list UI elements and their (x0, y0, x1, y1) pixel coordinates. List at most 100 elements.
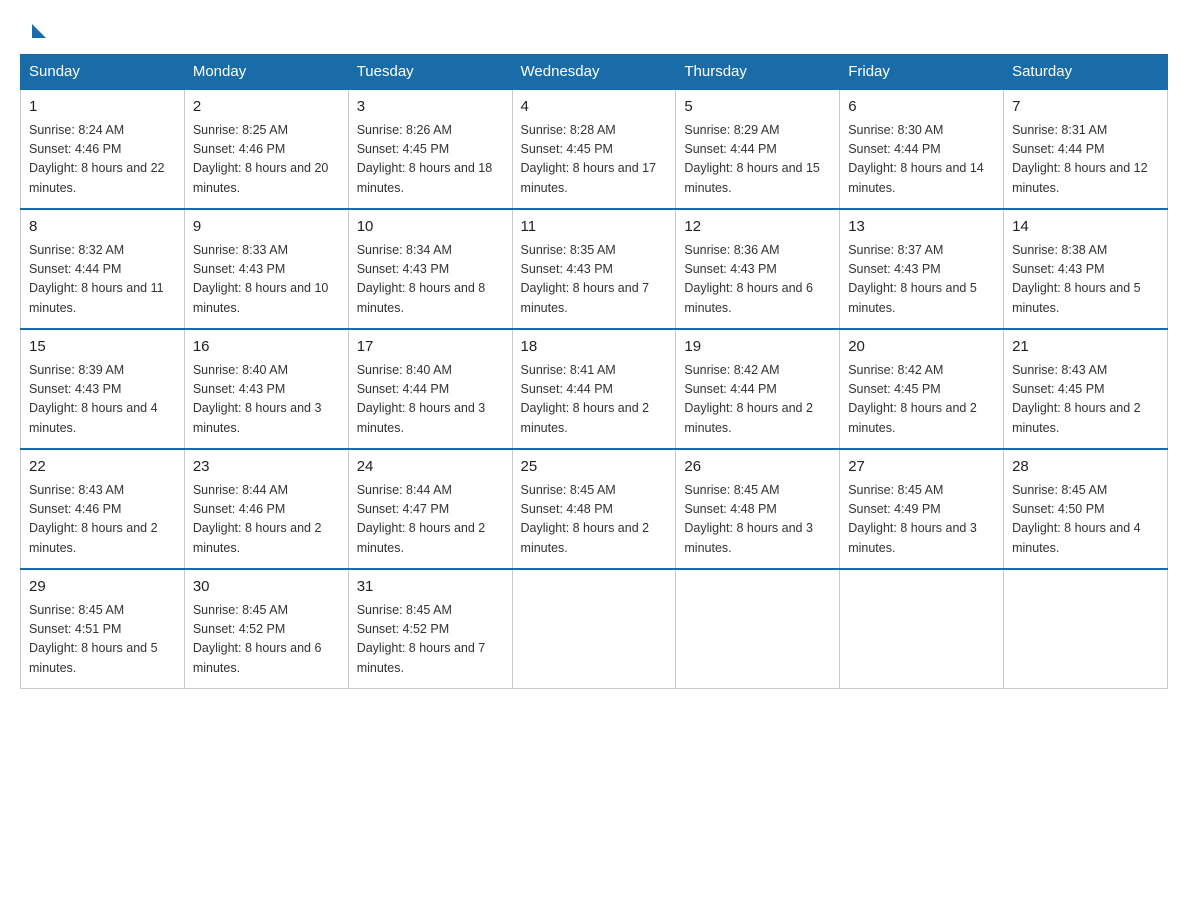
calendar-cell: 10 Sunrise: 8:34 AMSunset: 4:43 PMDayligh… (348, 209, 512, 329)
day-info: Sunrise: 8:34 AMSunset: 4:43 PMDaylight:… (357, 243, 486, 315)
day-info: Sunrise: 8:37 AMSunset: 4:43 PMDaylight:… (848, 243, 977, 315)
day-number: 28 (1012, 456, 1159, 479)
day-info: Sunrise: 8:36 AMSunset: 4:43 PMDaylight:… (684, 243, 813, 315)
calendar-cell: 3 Sunrise: 8:26 AMSunset: 4:45 PMDaylight… (348, 89, 512, 209)
day-info: Sunrise: 8:39 AMSunset: 4:43 PMDaylight:… (29, 363, 158, 435)
day-number: 3 (357, 96, 504, 119)
calendar-cell: 1 Sunrise: 8:24 AMSunset: 4:46 PMDaylight… (21, 89, 185, 209)
day-info: Sunrise: 8:35 AMSunset: 4:43 PMDaylight:… (521, 243, 650, 315)
calendar-cell: 18 Sunrise: 8:41 AMSunset: 4:44 PMDayligh… (512, 329, 676, 449)
day-info: Sunrise: 8:44 AMSunset: 4:46 PMDaylight:… (193, 483, 322, 555)
day-info: Sunrise: 8:28 AMSunset: 4:45 PMDaylight:… (521, 123, 657, 195)
calendar-cell (512, 569, 676, 689)
page-header (0, 0, 1188, 44)
calendar-cell: 25 Sunrise: 8:45 AMSunset: 4:48 PMDayligh… (512, 449, 676, 569)
calendar-cell: 19 Sunrise: 8:42 AMSunset: 4:44 PMDayligh… (676, 329, 840, 449)
day-number: 12 (684, 216, 831, 239)
day-info: Sunrise: 8:24 AMSunset: 4:46 PMDaylight:… (29, 123, 165, 195)
col-header-monday: Monday (184, 55, 348, 90)
calendar-cell: 16 Sunrise: 8:40 AMSunset: 4:43 PMDayligh… (184, 329, 348, 449)
day-number: 22 (29, 456, 176, 479)
col-header-wednesday: Wednesday (512, 55, 676, 90)
day-number: 18 (521, 336, 668, 359)
calendar-cell: 6Sunrise: 8:30 AMSunset: 4:44 PMDaylight… (840, 89, 1004, 209)
day-number: 11 (521, 216, 668, 239)
day-number: 19 (684, 336, 831, 359)
calendar-cell: 28Sunrise: 8:45 AMSunset: 4:50 PMDayligh… (1004, 449, 1168, 569)
calendar-cell: 27 Sunrise: 8:45 AMSunset: 4:49 PMDayligh… (840, 449, 1004, 569)
day-number: 21 (1012, 336, 1159, 359)
calendar-week-row: 1 Sunrise: 8:24 AMSunset: 4:46 PMDaylight… (21, 89, 1168, 209)
calendar-cell: 9 Sunrise: 8:33 AMSunset: 4:43 PMDaylight… (184, 209, 348, 329)
day-number: 14 (1012, 216, 1159, 239)
day-info: Sunrise: 8:43 AMSunset: 4:45 PMDaylight:… (1012, 363, 1141, 435)
day-number: 13 (848, 216, 995, 239)
calendar-cell: 12 Sunrise: 8:36 AMSunset: 4:43 PMDayligh… (676, 209, 840, 329)
day-info: Sunrise: 8:45 AMSunset: 4:51 PMDaylight:… (29, 603, 158, 675)
day-number: 4 (521, 96, 668, 119)
col-header-friday: Friday (840, 55, 1004, 90)
calendar-cell: 14Sunrise: 8:38 AMSunset: 4:43 PMDayligh… (1004, 209, 1168, 329)
logo-arrow-icon (32, 24, 46, 38)
day-number: 26 (684, 456, 831, 479)
calendar-week-row: 22 Sunrise: 8:43 AMSunset: 4:46 PMDayligh… (21, 449, 1168, 569)
day-number: 29 (29, 576, 176, 599)
day-number: 24 (357, 456, 504, 479)
day-info: Sunrise: 8:29 AMSunset: 4:44 PMDaylight:… (684, 123, 820, 195)
day-info: Sunrise: 8:25 AMSunset: 4:46 PMDaylight:… (193, 123, 329, 195)
calendar-cell: 8 Sunrise: 8:32 AMSunset: 4:44 PMDaylight… (21, 209, 185, 329)
col-header-tuesday: Tuesday (348, 55, 512, 90)
day-info: Sunrise: 8:41 AMSunset: 4:44 PMDaylight:… (521, 363, 650, 435)
day-number: 25 (521, 456, 668, 479)
calendar-cell: 20 Sunrise: 8:42 AMSunset: 4:45 PMDayligh… (840, 329, 1004, 449)
calendar-cell: 30 Sunrise: 8:45 AMSunset: 4:52 PMDayligh… (184, 569, 348, 689)
day-info: Sunrise: 8:40 AMSunset: 4:44 PMDaylight:… (357, 363, 486, 435)
day-number: 20 (848, 336, 995, 359)
day-info: Sunrise: 8:45 AMSunset: 4:52 PMDaylight:… (357, 603, 486, 675)
day-number: 8 (29, 216, 176, 239)
calendar-cell (676, 569, 840, 689)
day-info: Sunrise: 8:32 AMSunset: 4:44 PMDaylight:… (29, 243, 164, 315)
calendar-cell: 15 Sunrise: 8:39 AMSunset: 4:43 PMDayligh… (21, 329, 185, 449)
day-number: 1 (29, 96, 176, 119)
calendar-cell: 7 Sunrise: 8:31 AMSunset: 4:44 PMDaylight… (1004, 89, 1168, 209)
logo (30, 20, 46, 34)
day-info: Sunrise: 8:31 AMSunset: 4:44 PMDaylight:… (1012, 123, 1148, 195)
day-number: 7 (1012, 96, 1159, 119)
day-number: 30 (193, 576, 340, 599)
day-number: 10 (357, 216, 504, 239)
calendar-cell: 4 Sunrise: 8:28 AMSunset: 4:45 PMDaylight… (512, 89, 676, 209)
calendar-cell: 5 Sunrise: 8:29 AMSunset: 4:44 PMDaylight… (676, 89, 840, 209)
day-info: Sunrise: 8:43 AMSunset: 4:46 PMDaylight:… (29, 483, 158, 555)
day-info: Sunrise: 8:44 AMSunset: 4:47 PMDaylight:… (357, 483, 486, 555)
day-info: Sunrise: 8:30 AMSunset: 4:44 PMDaylight:… (848, 123, 984, 195)
calendar-cell: 17Sunrise: 8:40 AMSunset: 4:44 PMDayligh… (348, 329, 512, 449)
day-number: 15 (29, 336, 176, 359)
calendar-cell: 31 Sunrise: 8:45 AMSunset: 4:52 PMDayligh… (348, 569, 512, 689)
calendar-week-row: 15 Sunrise: 8:39 AMSunset: 4:43 PMDayligh… (21, 329, 1168, 449)
day-info: Sunrise: 8:42 AMSunset: 4:45 PMDaylight:… (848, 363, 977, 435)
calendar-cell: 2 Sunrise: 8:25 AMSunset: 4:46 PMDaylight… (184, 89, 348, 209)
calendar-week-row: 8 Sunrise: 8:32 AMSunset: 4:44 PMDaylight… (21, 209, 1168, 329)
day-number: 27 (848, 456, 995, 479)
day-info: Sunrise: 8:40 AMSunset: 4:43 PMDaylight:… (193, 363, 322, 435)
day-info: Sunrise: 8:26 AMSunset: 4:45 PMDaylight:… (357, 123, 493, 195)
col-header-sunday: Sunday (21, 55, 185, 90)
day-number: 5 (684, 96, 831, 119)
day-number: 31 (357, 576, 504, 599)
day-info: Sunrise: 8:45 AMSunset: 4:48 PMDaylight:… (521, 483, 650, 555)
day-info: Sunrise: 8:33 AMSunset: 4:43 PMDaylight:… (193, 243, 329, 315)
day-number: 9 (193, 216, 340, 239)
day-info: Sunrise: 8:42 AMSunset: 4:44 PMDaylight:… (684, 363, 813, 435)
day-number: 2 (193, 96, 340, 119)
day-number: 23 (193, 456, 340, 479)
calendar-cell: 29 Sunrise: 8:45 AMSunset: 4:51 PMDayligh… (21, 569, 185, 689)
calendar-table: SundayMondayTuesdayWednesdayThursdayFrid… (20, 54, 1168, 689)
calendar-cell: 24 Sunrise: 8:44 AMSunset: 4:47 PMDayligh… (348, 449, 512, 569)
day-info: Sunrise: 8:45 AMSunset: 4:49 PMDaylight:… (848, 483, 977, 555)
calendar-cell: 22 Sunrise: 8:43 AMSunset: 4:46 PMDayligh… (21, 449, 185, 569)
day-info: Sunrise: 8:45 AMSunset: 4:52 PMDaylight:… (193, 603, 322, 675)
day-number: 16 (193, 336, 340, 359)
day-info: Sunrise: 8:45 AMSunset: 4:48 PMDaylight:… (684, 483, 813, 555)
col-header-thursday: Thursday (676, 55, 840, 90)
